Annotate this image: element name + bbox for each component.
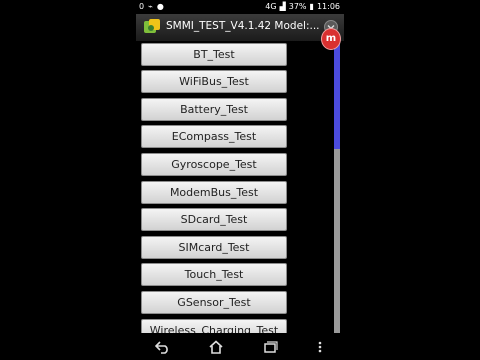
android-app-icon	[144, 19, 160, 33]
status-left: 0 ⌁ ●	[139, 1, 164, 13]
signal-icon: ▟	[279, 2, 286, 11]
status-right: 4G ▟ 37% ▮ 11:06	[265, 1, 340, 13]
usb-icon: ⌁	[148, 2, 153, 11]
battery-icon: ▮	[309, 2, 314, 11]
test-button-modembus[interactable]: ModemBus_Test	[141, 181, 287, 204]
action-bar: SMMI_TEST_V4.1.42 Model:...	[136, 14, 344, 42]
android-icon: ●	[156, 2, 164, 11]
test-button-battery[interactable]: Battery_Test	[141, 98, 287, 121]
battery-percent: 37%	[288, 2, 307, 11]
test-button-gsensor[interactable]: GSensor_Test	[141, 291, 287, 314]
status-bar: 0 ⌁ ● 4G ▟ 37% ▮ 11:06	[136, 0, 344, 14]
network-type: 4G	[265, 2, 277, 11]
back-icon[interactable]	[154, 340, 171, 354]
home-icon[interactable]	[208, 339, 224, 354]
floating-badge[interactable]: m	[321, 28, 341, 50]
test-button-gyroscope[interactable]: Gyroscope_Test	[141, 153, 287, 176]
clock: 11:06	[316, 2, 340, 11]
test-button-sdcard[interactable]: SDcard_Test	[141, 208, 287, 231]
test-button-bt[interactable]: BT_Test	[141, 43, 287, 66]
test-button-ecompass[interactable]: ECompass_Test	[141, 125, 287, 148]
test-list[interactable]: BT_Test WiFiBus_Test Battery_Test ECompa…	[136, 41, 344, 333]
scrollbar-thumb[interactable]	[334, 41, 340, 149]
test-button-wifibus[interactable]: WiFiBus_Test	[141, 70, 287, 93]
test-button-touch[interactable]: Touch_Test	[141, 263, 287, 286]
recents-icon[interactable]	[262, 340, 278, 354]
navigation-bar	[136, 333, 344, 360]
test-button-simcard[interactable]: SIMcard_Test	[141, 236, 287, 259]
test-button-wireless-charging[interactable]: Wireless_Charging_Test	[141, 319, 287, 333]
phone-screen: 0 ⌁ ● 4G ▟ 37% ▮ 11:06 SMMI_TEST_V4.1.42…	[136, 0, 344, 360]
notification-icon: 0	[139, 2, 145, 11]
app-title: SMMI_TEST_V4.1.42 Model:...	[166, 20, 320, 32]
menu-dots-icon[interactable]	[315, 340, 325, 354]
